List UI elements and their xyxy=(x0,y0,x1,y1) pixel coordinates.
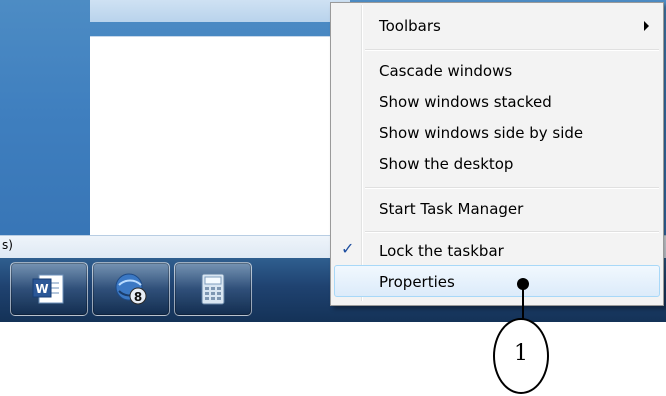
callout-pointer-dot xyxy=(517,278,529,290)
checkmark-icon: ✓ xyxy=(341,239,355,258)
menu-gutter-highlight xyxy=(362,5,363,301)
menu-item-show-the-desktop[interactable]: Show the desktop xyxy=(379,155,513,173)
status-text: s) xyxy=(2,238,13,252)
window-content-area xyxy=(90,36,350,236)
menu-item-properties[interactable]: Properties xyxy=(379,273,455,291)
taskbar-context-menu: Toolbars Cascade windows Show windows st… xyxy=(330,2,664,306)
menu-item-start-task-manager[interactable]: Start Task Manager xyxy=(379,200,523,218)
menu-item-show-windows-side-by-side[interactable]: Show windows side by side xyxy=(379,124,583,142)
menu-separator xyxy=(365,187,659,189)
svg-text:8: 8 xyxy=(134,290,142,304)
globe-8-icon: 8 xyxy=(115,273,147,305)
calculator-icon xyxy=(201,273,225,305)
submenu-arrow-icon xyxy=(644,21,649,31)
taskbar-button-accessibility[interactable]: 8 xyxy=(92,262,170,316)
menu-separator xyxy=(365,231,659,233)
taskbar-button-word[interactable]: W xyxy=(10,262,88,316)
svg-text:W: W xyxy=(35,282,48,296)
menu-item-cascade-windows[interactable]: Cascade windows xyxy=(379,62,512,80)
menu-item-show-windows-stacked[interactable]: Show windows stacked xyxy=(379,93,552,111)
word-document-icon: W xyxy=(32,274,64,304)
menu-separator xyxy=(365,49,659,51)
menu-item-lock-the-taskbar[interactable]: Lock the taskbar xyxy=(379,242,504,260)
callout-number: 1 xyxy=(514,341,528,366)
taskbar-button-calculator[interactable] xyxy=(174,262,252,316)
window-title-strip xyxy=(90,0,350,22)
menu-item-toolbars[interactable]: Toolbars xyxy=(379,17,441,35)
